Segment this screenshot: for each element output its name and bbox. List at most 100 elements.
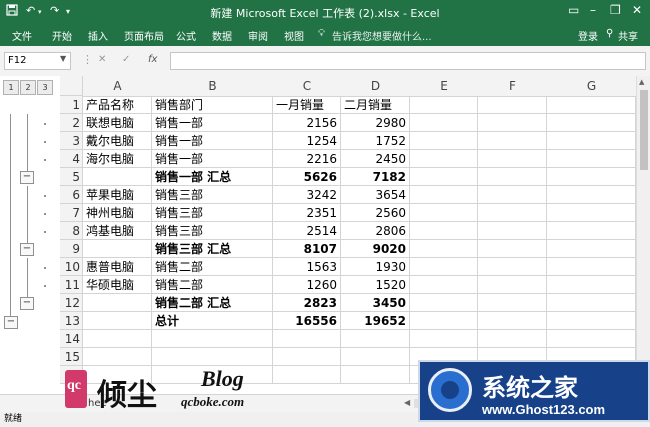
- cell-g7[interactable]: [547, 204, 636, 222]
- row-header[interactable]: 6: [60, 186, 83, 204]
- cell-b4[interactable]: 销售一部: [152, 150, 273, 168]
- cell-b14[interactable]: [152, 330, 273, 348]
- cell-a13[interactable]: [83, 312, 152, 330]
- vertical-scroll-thumb[interactable]: [640, 90, 648, 170]
- cell-c14[interactable]: [273, 330, 341, 348]
- row-header[interactable]: 5: [60, 168, 83, 186]
- column-header-b[interactable]: B: [152, 76, 274, 97]
- select-all-corner[interactable]: [60, 76, 83, 96]
- cell-a8[interactable]: 鸿基电脑: [83, 222, 152, 240]
- scroll-up-icon[interactable]: ▲: [639, 78, 644, 86]
- cell-f2[interactable]: [478, 114, 547, 132]
- tab-home[interactable]: 开始: [52, 28, 72, 43]
- cell-d15[interactable]: [341, 348, 410, 366]
- row-header[interactable]: 1: [60, 96, 83, 114]
- cell-a5[interactable]: [83, 168, 152, 186]
- cell-d16[interactable]: [341, 366, 410, 384]
- cell-b7[interactable]: 销售三部: [152, 204, 273, 222]
- cell-b12[interactable]: 销售二部 汇总: [152, 294, 273, 312]
- cell-e5[interactable]: [410, 168, 478, 186]
- cell-e3[interactable]: [410, 132, 478, 150]
- column-header-e[interactable]: E: [410, 76, 479, 97]
- cell-a12[interactable]: [83, 294, 152, 312]
- cell-f1[interactable]: [478, 96, 547, 114]
- cell-g3[interactable]: [547, 132, 636, 150]
- cell-b1[interactable]: 销售部门: [152, 96, 273, 114]
- row-header[interactable]: 12: [60, 294, 83, 312]
- cell-f6[interactable]: [478, 186, 547, 204]
- cell-e9[interactable]: [410, 240, 478, 258]
- row-header[interactable]: 3: [60, 132, 83, 150]
- cell-d2[interactable]: 2980: [341, 114, 410, 132]
- minimize-icon[interactable]: –: [590, 3, 596, 17]
- cell-e4[interactable]: [410, 150, 478, 168]
- cell-a14[interactable]: [83, 330, 152, 348]
- cell-b10[interactable]: 销售二部: [152, 258, 273, 276]
- cell-a2[interactable]: 联想电脑: [83, 114, 152, 132]
- cell-f13[interactable]: [478, 312, 547, 330]
- cell-b9[interactable]: 销售三部 汇总: [152, 240, 273, 258]
- cell-g11[interactable]: [547, 276, 636, 294]
- cell-c2[interactable]: 2156: [273, 114, 341, 132]
- vertical-scrollbar[interactable]: ▲: [636, 76, 650, 394]
- cell-d3[interactable]: 1752: [341, 132, 410, 150]
- cell-d13[interactable]: 19652: [341, 312, 410, 330]
- cell-c12[interactable]: 2823: [273, 294, 341, 312]
- row-header[interactable]: 2: [60, 114, 83, 132]
- row-header[interactable]: 8: [60, 222, 83, 240]
- cell-a4[interactable]: 海尔电脑: [83, 150, 152, 168]
- cell-f10[interactable]: [478, 258, 547, 276]
- cell-c15[interactable]: [273, 348, 341, 366]
- cell-d10[interactable]: 1930: [341, 258, 410, 276]
- cell-g13[interactable]: [547, 312, 636, 330]
- row-header[interactable]: 11: [60, 276, 83, 294]
- cell-e8[interactable]: [410, 222, 478, 240]
- cell-c3[interactable]: 1254: [273, 132, 341, 150]
- cell-b3[interactable]: 销售一部: [152, 132, 273, 150]
- row-header[interactable]: 9: [60, 240, 83, 258]
- cell-g2[interactable]: [547, 114, 636, 132]
- cell-f12[interactable]: [478, 294, 547, 312]
- cell-d8[interactable]: 2806: [341, 222, 410, 240]
- cell-e13[interactable]: [410, 312, 478, 330]
- cell-f3[interactable]: [478, 132, 547, 150]
- tab-data[interactable]: 数据: [212, 28, 232, 43]
- cell-d5[interactable]: 7182: [341, 168, 410, 186]
- cell-f11[interactable]: [478, 276, 547, 294]
- cell-c5[interactable]: 5626: [273, 168, 341, 186]
- tab-page-layout[interactable]: 页面布局: [124, 28, 164, 43]
- tell-me-search[interactable]: 告诉我您想要做什么...: [332, 28, 432, 43]
- cell-g1[interactable]: [547, 96, 636, 114]
- insert-function-icon[interactable]: fx: [148, 54, 157, 65]
- cell-c4[interactable]: 2216: [273, 150, 341, 168]
- cell-c1[interactable]: 一月销量: [273, 96, 341, 114]
- row-header[interactable]: 14: [60, 330, 83, 348]
- ribbon-display-options-icon[interactable]: ▭: [568, 3, 579, 17]
- cell-e12[interactable]: [410, 294, 478, 312]
- cell-c11[interactable]: 1260: [273, 276, 341, 294]
- row-header[interactable]: 7: [60, 204, 83, 222]
- tab-insert[interactable]: 插入: [88, 28, 108, 43]
- cell-d1[interactable]: 二月销量: [341, 96, 410, 114]
- cell-d6[interactable]: 3654: [341, 186, 410, 204]
- column-header-c[interactable]: C: [273, 76, 342, 97]
- cell-b11[interactable]: 销售二部: [152, 276, 273, 294]
- tab-review[interactable]: 审阅: [248, 28, 268, 43]
- cell-e10[interactable]: [410, 258, 478, 276]
- cell-f4[interactable]: [478, 150, 547, 168]
- cell-e14[interactable]: [410, 330, 478, 348]
- cell-b8[interactable]: 销售三部: [152, 222, 273, 240]
- column-header-a[interactable]: A: [83, 76, 153, 97]
- cell-c16[interactable]: [273, 366, 341, 384]
- column-header-f[interactable]: F: [478, 76, 548, 97]
- tab-file[interactable]: 文件: [12, 28, 32, 43]
- cell-c8[interactable]: 2514: [273, 222, 341, 240]
- confirm-entry-icon[interactable]: ✓: [122, 54, 130, 65]
- share-button[interactable]: 共享: [618, 28, 638, 43]
- tab-formulas[interactable]: 公式: [176, 28, 196, 43]
- cell-f5[interactable]: [478, 168, 547, 186]
- cell-b6[interactable]: 销售三部: [152, 186, 273, 204]
- cell-c7[interactable]: 2351: [273, 204, 341, 222]
- cell-c6[interactable]: 3242: [273, 186, 341, 204]
- cell-d14[interactable]: [341, 330, 410, 348]
